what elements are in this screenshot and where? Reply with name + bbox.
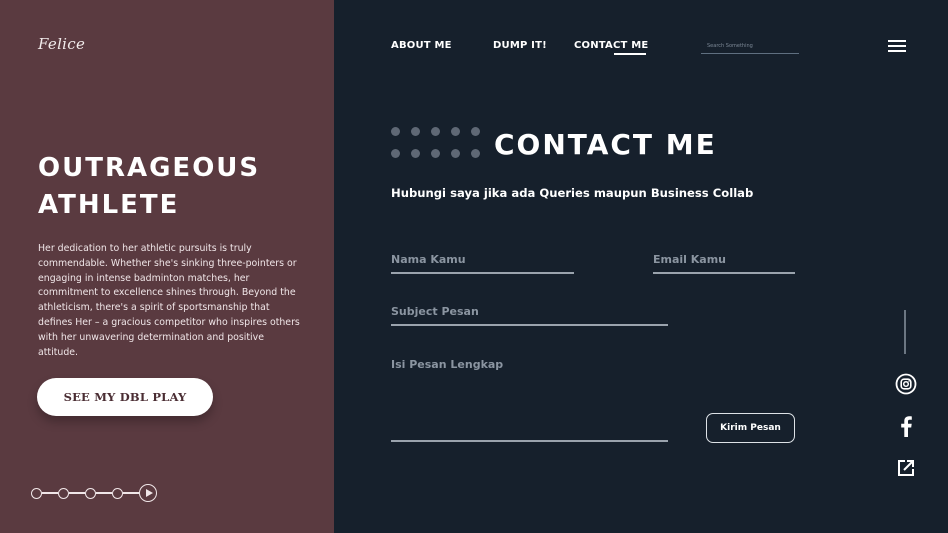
dot-pattern-decoration [391,127,483,158]
nav-about-me[interactable]: ABOUT ME [391,40,452,51]
see-dbl-play-button[interactable]: SEE MY DBL PLAY [37,378,213,416]
contact-title: CONTACT ME [494,128,717,161]
search-input[interactable] [701,38,799,54]
left-hero-panel: Felice OUTRAGEOUS ATHLETE Her dedication… [0,0,334,533]
social-divider [904,310,906,354]
name-field[interactable] [391,246,574,274]
slide-progress [31,484,157,502]
nav-contact-me[interactable]: CONTACT ME [574,40,648,51]
slide-step-dot[interactable] [85,487,96,499]
nav-dump-it[interactable]: DUMP IT! [493,40,547,51]
slide-connector [69,492,85,494]
nav-active-underline [614,53,646,55]
subject-field[interactable] [391,298,668,326]
hero-title-line-1: OUTRAGEOUS [38,153,261,183]
hamburger-menu-icon[interactable] [888,40,906,52]
slide-connector [123,492,139,494]
slide-step-dot[interactable] [58,487,69,499]
slide-step-dot[interactable] [31,487,42,499]
brand-logo[interactable]: Felice [38,35,85,53]
external-link-icon[interactable] [894,456,918,480]
hero-description: Her dedication to her athletic pursuits … [38,243,300,358]
play-icon[interactable] [139,484,157,502]
hero-title: OUTRAGEOUS ATHLETE [38,150,328,224]
instagram-icon[interactable] [894,372,918,396]
hero-title-line-2: ATHLETE [38,190,180,220]
facebook-icon[interactable] [894,414,918,438]
email-field[interactable] [653,246,795,274]
contact-subtitle: Hubungi saya jika ada Queries maupun Bus… [391,186,754,200]
message-field[interactable] [391,355,668,442]
slide-step-dot[interactable] [112,487,123,499]
slide-connector [42,492,58,494]
slide-connector [96,492,112,494]
send-message-button[interactable]: Kirim Pesan [706,413,795,443]
